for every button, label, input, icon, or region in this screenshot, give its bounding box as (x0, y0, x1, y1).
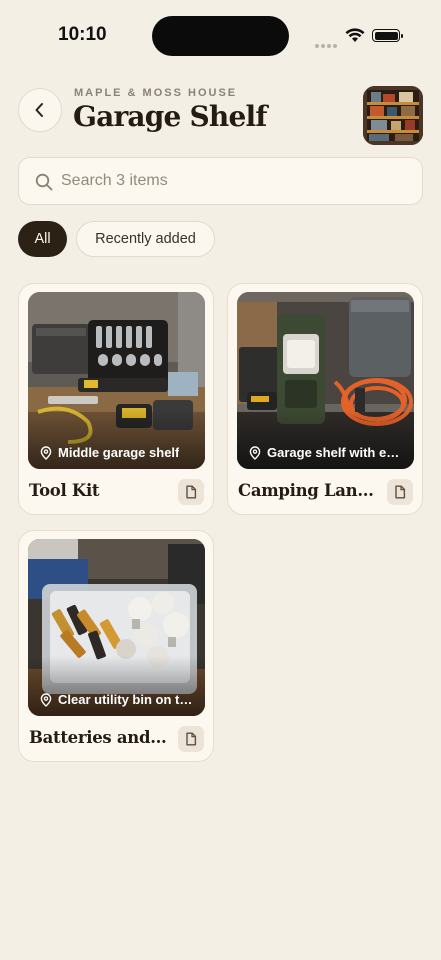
house-name: MAPLE & MOSS HOUSE (74, 87, 238, 99)
search-input[interactable] (61, 158, 411, 204)
header: MAPLE & MOSS HOUSE Garage Shelf (0, 80, 441, 150)
item-title: Batteries and… (29, 728, 167, 747)
back-button[interactable] (18, 88, 62, 132)
item-card[interactable]: Middle garage shelf Tool Kit (18, 283, 214, 515)
item-title: Camping Lant… (238, 481, 378, 500)
signal-icon (315, 35, 339, 53)
document-button[interactable] (178, 479, 204, 505)
document-icon (395, 485, 406, 499)
location-pin-icon (249, 445, 261, 460)
status-icons (315, 27, 405, 48)
search-box[interactable] (18, 157, 423, 205)
item-location: Middle garage shelf (40, 445, 197, 460)
document-icon (186, 485, 197, 499)
battery-icon (372, 29, 403, 42)
item-photo: Middle garage shelf (28, 292, 205, 469)
status-time: 10:10 (58, 24, 107, 45)
item-card[interactable]: Garage shelf with e… Camping Lant… (227, 283, 423, 515)
item-title: Tool Kit (29, 481, 100, 500)
item-location-text: Garage shelf with e… (267, 445, 400, 460)
wifi-icon (345, 28, 365, 42)
chevron-left-icon (35, 103, 43, 117)
item-card[interactable]: Clear utility bin on t… Batteries and… (18, 530, 214, 762)
status-bar: 10:10 (0, 0, 441, 72)
document-icon (186, 732, 197, 746)
dynamic-island (152, 16, 289, 56)
document-button[interactable] (387, 479, 413, 505)
item-location: Clear utility bin on t… (40, 692, 197, 707)
item-location-text: Clear utility bin on t… (58, 692, 193, 707)
item-location: Garage shelf with e… (249, 445, 406, 460)
filter-chip-all[interactable]: All (18, 221, 67, 257)
location-pin-icon (40, 692, 52, 707)
document-button[interactable] (178, 726, 204, 752)
location-pin-icon (40, 445, 52, 460)
page-title: Garage Shelf (73, 100, 267, 133)
item-photo: Clear utility bin on t… (28, 539, 205, 716)
item-photo: Garage shelf with e… (237, 292, 414, 469)
search-icon (35, 173, 53, 191)
shelf-thumbnail[interactable] (363, 86, 423, 145)
item-location-text: Middle garage shelf (58, 445, 180, 460)
filter-chip-recently-added[interactable]: Recently added (76, 221, 215, 257)
